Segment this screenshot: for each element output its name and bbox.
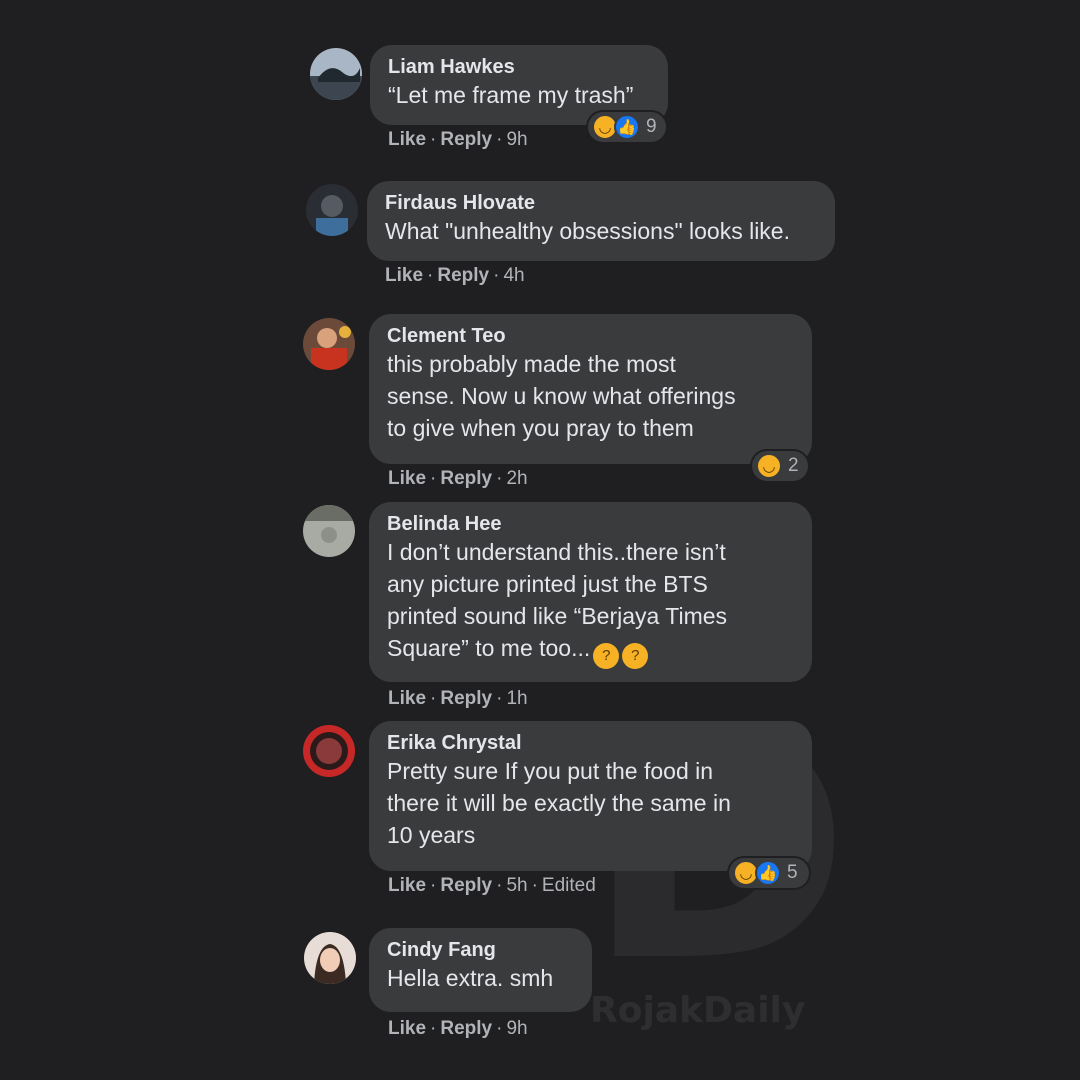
- like-link[interactable]: Like: [388, 875, 426, 896]
- separator: ·: [496, 875, 503, 896]
- reply-link[interactable]: Reply: [440, 688, 492, 709]
- comment-actions: Like · Reply · 9h: [388, 128, 528, 152]
- comment-bubble: Belinda Hee I don’t understand this..the…: [369, 502, 812, 682]
- separator: ·: [430, 875, 437, 896]
- reactions-summary[interactable]: ◡ 👍 5: [729, 858, 809, 888]
- like-link[interactable]: Like: [388, 129, 426, 150]
- separator: ·: [496, 468, 503, 489]
- separator: ·: [496, 688, 503, 709]
- commenter-name[interactable]: Firdaus Hlovate: [385, 191, 817, 215]
- thinking-face-icon: ?: [622, 643, 649, 669]
- comment-actions: Like · Reply · 1h: [388, 687, 528, 711]
- comment-text: Hella extra. smh: [387, 965, 554, 991]
- comment-actions: Like · Reply · 2h: [388, 467, 528, 491]
- comment-text: “Let me frame my trash”: [388, 82, 634, 108]
- comment-text: Pretty sure If you put the food in there…: [387, 758, 731, 848]
- reactions-summary[interactable]: ◡ 2: [752, 451, 808, 481]
- separator: ·: [496, 129, 503, 150]
- separator: ·: [430, 688, 437, 709]
- like-icon: 👍: [755, 860, 781, 886]
- timestamp[interactable]: 9h: [506, 129, 527, 150]
- separator: ·: [493, 265, 500, 286]
- reactions-summary[interactable]: ◡ 👍 9: [588, 112, 666, 142]
- reaction-count: 5: [787, 862, 798, 883]
- like-icon: 👍: [614, 114, 640, 140]
- separator: ·: [430, 1018, 437, 1039]
- timestamp[interactable]: 4h: [503, 265, 524, 286]
- separator: ·: [427, 265, 434, 286]
- reply-link[interactable]: Reply: [440, 129, 492, 150]
- comment-actions: Like · Reply · 5h · Edited: [388, 874, 596, 898]
- comment-bubble: Firdaus Hlovate What "unhealthy obsessio…: [367, 181, 835, 261]
- separator: ·: [430, 468, 437, 489]
- comment-text-body: I don’t understand this..there isn’t any…: [387, 539, 728, 661]
- like-link[interactable]: Like: [388, 1018, 426, 1039]
- avatar[interactable]: [306, 184, 358, 236]
- avatar[interactable]: [303, 505, 355, 557]
- avatar[interactable]: [303, 318, 355, 370]
- like-link[interactable]: Like: [385, 265, 423, 286]
- reaction-count: 2: [788, 455, 799, 476]
- watermark-brand: RojakDaily: [590, 990, 806, 1031]
- comment-text: this probably made the most sense. Now u…: [387, 351, 736, 441]
- separator: ·: [531, 875, 538, 896]
- comment-actions: Like · Reply · 9h: [388, 1017, 528, 1041]
- comment-bubble: Cindy Fang Hella extra. smh: [369, 928, 592, 1012]
- haha-icon: ◡: [756, 453, 782, 479]
- timestamp[interactable]: 1h: [506, 688, 527, 709]
- reply-link[interactable]: Reply: [440, 468, 492, 489]
- separator: ·: [496, 1018, 503, 1039]
- comment-bubble: Clement Teo this probably made the most …: [369, 314, 812, 464]
- avatar[interactable]: [303, 725, 355, 777]
- reply-link[interactable]: Reply: [440, 1018, 492, 1039]
- commenter-name[interactable]: Clement Teo: [387, 324, 794, 348]
- thinking-face-icon: ?: [593, 643, 620, 669]
- separator: ·: [430, 129, 437, 150]
- reply-link[interactable]: Reply: [440, 875, 492, 896]
- timestamp[interactable]: 2h: [506, 468, 527, 489]
- like-link[interactable]: Like: [388, 688, 426, 709]
- edited-label[interactable]: Edited: [542, 875, 596, 896]
- commenter-name[interactable]: Belinda Hee: [387, 512, 794, 536]
- reaction-count: 9: [646, 116, 657, 137]
- comment-actions: Like · Reply · 4h: [385, 264, 525, 288]
- comment-text: I don’t understand this..there isn’t any…: [387, 536, 794, 669]
- comment-bubble: Erika Chrystal Pretty sure If you put th…: [369, 721, 812, 871]
- avatar[interactable]: [304, 932, 356, 984]
- timestamp[interactable]: 9h: [506, 1018, 527, 1039]
- commenter-name[interactable]: Liam Hawkes: [388, 55, 650, 79]
- timestamp[interactable]: 5h: [506, 875, 527, 896]
- commenter-name[interactable]: Erika Chrystal: [387, 731, 794, 755]
- reply-link[interactable]: Reply: [437, 265, 489, 286]
- comment-text: What "unhealthy obsessions" looks like.: [385, 218, 790, 244]
- avatar[interactable]: [310, 48, 362, 100]
- like-link[interactable]: Like: [388, 468, 426, 489]
- commenter-name[interactable]: Cindy Fang: [387, 938, 574, 962]
